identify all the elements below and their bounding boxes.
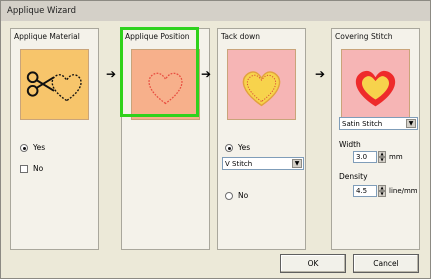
radio-tack-yes[interactable] [225, 143, 233, 152]
applique-wizard-window: Applique Wizard Applique Material Yes No [0, 0, 431, 279]
option-tack-no-label: No [238, 191, 249, 200]
heart-icon [148, 72, 183, 105]
covering-stitch-value: Satin Stitch [342, 119, 383, 128]
panel-title-applique-position: Applique Position [125, 32, 190, 41]
width-unit: mm [389, 153, 403, 161]
option-tack-no[interactable]: No [225, 191, 248, 200]
thumb-tack-down[interactable] [227, 49, 296, 120]
width-input[interactable]: 3.0 [353, 151, 377, 163]
tackdown-heart-illustration [242, 71, 281, 107]
chevron-down-icon[interactable]: ▼ [406, 119, 416, 128]
right-arrow-icon: ➔ [106, 67, 117, 81]
right-arrow-icon: ➔ [201, 67, 212, 81]
density-input[interactable]: 4.5 [353, 185, 377, 197]
checkbox-material-no[interactable] [20, 164, 28, 173]
decrement-icon[interactable]: ▼ [378, 191, 386, 197]
decrement-icon[interactable]: ▼ [378, 157, 386, 163]
tack-stitch-value: V Stitch [225, 159, 253, 168]
width-spinner[interactable]: 3.0 ▲ ▼ mm [353, 151, 403, 163]
density-spinner[interactable]: 4.5 ▲ ▼ line/mm [353, 185, 418, 197]
density-unit: line/mm [389, 187, 418, 195]
radio-material-yes[interactable] [20, 143, 28, 152]
panel-title-covering-stitch: Covering Stitch [335, 32, 393, 41]
panel-title-tack-down: Tack down [221, 32, 261, 41]
panel-applique-position: Applique Position [121, 28, 210, 250]
density-label: Density [339, 172, 368, 181]
option-material-no-label: No [33, 164, 44, 173]
thumb-applique-position[interactable] [131, 49, 200, 120]
option-material-yes[interactable]: Yes [20, 143, 45, 152]
panel-applique-material: Applique Material Yes No [10, 28, 99, 250]
window-title: Applique Wizard [7, 6, 77, 16]
chevron-down-icon[interactable]: ▼ [292, 159, 302, 168]
scissors-icon [26, 71, 55, 97]
width-label: Width [339, 140, 361, 149]
thumb-applique-material[interactable] [20, 49, 89, 120]
option-material-yes-label: Yes [33, 143, 46, 152]
thumb-covering-stitch[interactable] [341, 49, 410, 120]
heart-icon [51, 74, 82, 102]
cancel-button[interactable]: Cancel [353, 254, 419, 273]
ok-button[interactable]: OK [280, 254, 346, 273]
option-tack-yes[interactable]: Yes [225, 143, 250, 152]
panel-title-applique-material: Applique Material [14, 32, 80, 41]
tack-stitch-select[interactable]: V Stitch ▼ [222, 157, 304, 170]
heart-icon [242, 71, 281, 107]
panel-covering-stitch: Covering Stitch Satin Stitch ▼ Width 3.0… [331, 28, 420, 250]
radio-tack-no[interactable] [225, 191, 233, 200]
covering-heart-illustration [355, 70, 396, 107]
option-tack-yes-label: Yes [238, 143, 251, 152]
scissors-heart-illustration [26, 71, 82, 102]
width-stepper[interactable]: ▲ ▼ [378, 151, 386, 163]
position-heart-illustration [148, 72, 183, 105]
title-bar: Applique Wizard [1, 1, 430, 21]
density-stepper[interactable]: ▲ ▼ [378, 185, 386, 197]
right-arrow-icon: ➔ [315, 67, 326, 81]
panel-tack-down: Tack down Yes V Stitch ▼ No [217, 28, 306, 250]
covering-stitch-select[interactable]: Satin Stitch ▼ [339, 117, 418, 130]
option-material-no[interactable]: No [20, 164, 43, 173]
